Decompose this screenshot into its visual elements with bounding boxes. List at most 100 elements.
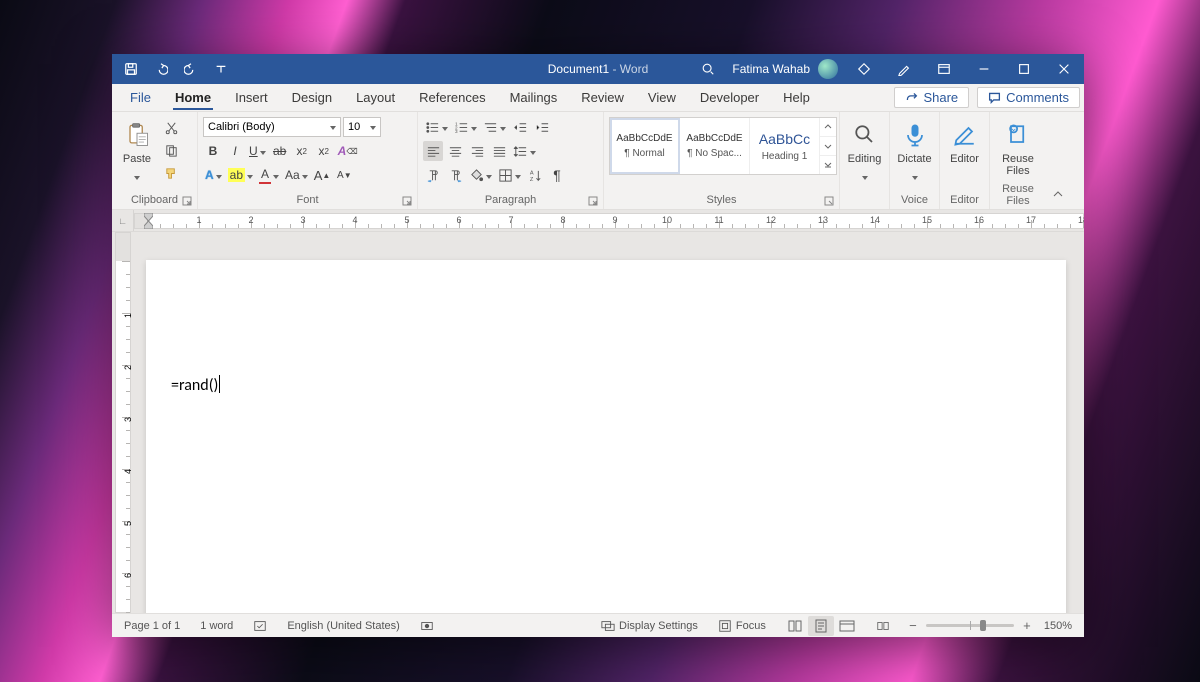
find-icon [851, 121, 879, 149]
tab-file[interactable]: File [118, 84, 163, 111]
grow-font-button[interactable]: A▲ [312, 165, 333, 185]
copy-icon[interactable] [161, 140, 181, 160]
change-case-button[interactable]: Aa [283, 165, 310, 185]
web-layout-icon[interactable] [834, 616, 860, 636]
page[interactable]: =rand() [146, 260, 1066, 613]
tab-insert[interactable]: Insert [223, 84, 280, 111]
gallery-up-icon[interactable] [820, 118, 836, 137]
strikethrough-button[interactable]: ab [270, 141, 290, 161]
font-name-select[interactable]: Calibri (Body) [203, 117, 341, 137]
diamond-icon[interactable] [844, 54, 884, 84]
sort-button[interactable]: AZ [525, 165, 545, 185]
first-line-indent-icon[interactable] [144, 213, 153, 221]
editing-button[interactable]: Editing [845, 117, 884, 187]
shrink-font-button[interactable]: A▼ [334, 165, 354, 185]
zoom-slider[interactable] [926, 624, 1014, 627]
reuse-files-button[interactable]: Reuse Files [996, 117, 1040, 181]
borders-button[interactable] [496, 165, 523, 185]
highlight-button[interactable]: ab [226, 165, 255, 185]
clipboard-dialog-icon[interactable] [182, 196, 192, 206]
shading-button[interactable] [467, 165, 494, 185]
rtl-button[interactable] [445, 165, 465, 185]
page-number-status[interactable]: Page 1 of 1 [120, 614, 184, 637]
editor-button[interactable]: Editor [945, 117, 984, 169]
styles-dialog-icon[interactable] [824, 196, 834, 206]
ltr-button[interactable] [423, 165, 443, 185]
tab-view[interactable]: View [636, 84, 688, 111]
style-no-spacing[interactable]: AaBbCcDdE ¶ No Spac... [680, 118, 750, 174]
bullets-button[interactable] [423, 117, 450, 137]
show-marks-button[interactable]: ¶ [547, 165, 567, 185]
collapse-ribbon-icon[interactable] [1046, 112, 1070, 209]
subscript-button[interactable]: x2 [292, 141, 312, 161]
gallery-expand-icon[interactable] [820, 156, 836, 174]
svg-text:3: 3 [455, 129, 458, 134]
dictate-button[interactable]: Dictate [895, 117, 934, 187]
user-avatar-icon[interactable] [818, 59, 838, 79]
qat-customize-icon[interactable] [206, 54, 236, 84]
horizontal-ruler[interactable]: ∟ 123456789101112131415161718 [112, 210, 1084, 232]
tab-layout[interactable]: Layout [344, 84, 407, 111]
display-settings-button[interactable]: Display Settings [597, 614, 702, 637]
numbering-button[interactable]: 123 [452, 117, 479, 137]
undo-icon[interactable] [146, 54, 176, 84]
word-count-status[interactable]: 1 word [196, 614, 237, 637]
align-left-button[interactable] [423, 141, 443, 161]
share-button[interactable]: Share [894, 87, 969, 108]
format-painter-icon[interactable] [161, 163, 181, 183]
spellcheck-icon[interactable] [249, 614, 271, 637]
style-normal[interactable]: AaBbCcDdE ¶ Normal [610, 118, 680, 174]
save-icon[interactable] [116, 54, 146, 84]
align-center-button[interactable] [445, 141, 465, 161]
tab-review[interactable]: Review [569, 84, 636, 111]
clear-format-icon[interactable]: A⌫ [336, 141, 360, 161]
font-color-button[interactable]: A [257, 165, 281, 185]
language-status[interactable]: English (United States) [283, 614, 404, 637]
superscript-button[interactable]: x2 [314, 141, 334, 161]
macro-record-icon[interactable] [416, 614, 438, 637]
read-mode-icon[interactable] [782, 616, 808, 636]
font-size-select[interactable]: 10 [343, 117, 381, 137]
close-button[interactable] [1044, 54, 1084, 84]
gallery-down-icon[interactable] [820, 137, 836, 156]
hanging-indent-icon[interactable] [144, 221, 153, 229]
search-icon[interactable] [692, 54, 724, 84]
user-name[interactable]: Fatima Wahab [724, 62, 818, 76]
print-layout-icon[interactable] [808, 616, 834, 636]
ribbon-display-icon[interactable] [924, 54, 964, 84]
paragraph-dialog-icon[interactable] [588, 196, 598, 206]
multilevel-button[interactable] [481, 117, 508, 137]
justify-button[interactable] [489, 141, 509, 161]
zoom-out-button[interactable]: − [906, 618, 920, 633]
paste-button[interactable]: Paste [117, 117, 157, 187]
maximize-button[interactable] [1004, 54, 1044, 84]
vertical-ruler[interactable]: 123456 [112, 232, 134, 613]
text-effects-button[interactable]: A [203, 165, 224, 185]
tab-design[interactable]: Design [280, 84, 344, 111]
comments-button[interactable]: Comments [977, 87, 1080, 108]
underline-button[interactable]: U [247, 141, 268, 161]
bold-button[interactable]: B [203, 141, 223, 161]
increase-indent-button[interactable] [532, 117, 552, 137]
document-text[interactable]: =rand() [171, 375, 220, 395]
page-viewport[interactable]: =rand() [134, 232, 1084, 613]
font-dialog-icon[interactable] [402, 196, 412, 206]
zoom-controls-icon[interactable] [872, 614, 894, 637]
decrease-indent-button[interactable] [510, 117, 530, 137]
tab-help[interactable]: Help [771, 84, 822, 111]
align-right-button[interactable] [467, 141, 487, 161]
italic-button[interactable]: I [225, 141, 245, 161]
minimize-button[interactable] [964, 54, 1004, 84]
cut-icon[interactable] [161, 117, 181, 137]
focus-button[interactable]: Focus [714, 614, 770, 637]
style-heading1[interactable]: AaBbCc Heading 1 [750, 118, 820, 174]
line-spacing-button[interactable] [511, 141, 538, 161]
tab-home[interactable]: Home [163, 84, 223, 111]
zoom-level[interactable]: 150% [1040, 620, 1076, 632]
zoom-in-button[interactable]: + [1020, 618, 1034, 633]
tab-developer[interactable]: Developer [688, 84, 771, 111]
tab-mailings[interactable]: Mailings [498, 84, 570, 111]
redo-icon[interactable] [176, 54, 206, 84]
tab-references[interactable]: References [407, 84, 497, 111]
pen-icon[interactable] [884, 54, 924, 84]
